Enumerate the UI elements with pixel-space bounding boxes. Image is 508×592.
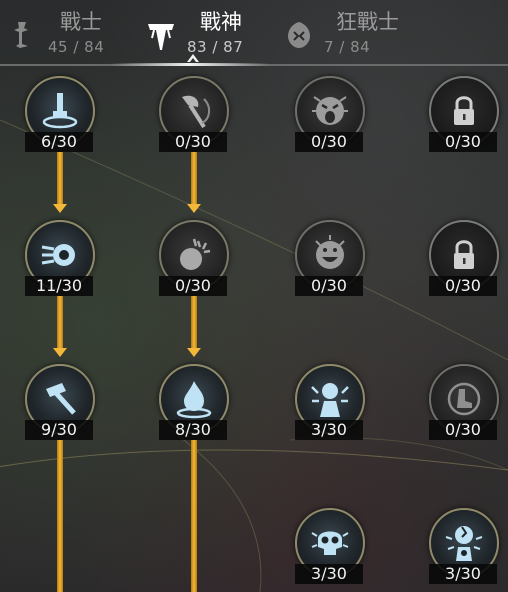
active-tab-indicator-icon xyxy=(187,54,199,62)
skill-node[interactable]: 11/30 xyxy=(25,220,95,300)
skill-connector-arrow xyxy=(187,296,201,357)
tab-berserker[interactable]: 狂戰士 7 / 84 xyxy=(284,0,424,64)
skill-node[interactable]: 3/30 xyxy=(429,508,499,588)
skill-node[interactable]: 6/30 xyxy=(25,76,95,156)
boot-swirl-icon xyxy=(447,382,481,416)
tab-berserker-points: 7 / 84 xyxy=(324,38,371,56)
skill-connector-line xyxy=(57,440,63,592)
tab-warrior[interactable]: 戰士 45 / 84 xyxy=(6,0,126,64)
hammer-strike-icon xyxy=(46,383,76,415)
cracked-figure-icon xyxy=(445,526,483,561)
skill-connector-arrow xyxy=(187,152,201,213)
skill-node[interactable]: 0/30 xyxy=(429,364,499,444)
skill-connector-line xyxy=(191,440,197,592)
bomb-blast-icon xyxy=(180,238,211,270)
lock-icon xyxy=(454,96,474,125)
skill-level: 3/30 xyxy=(295,564,363,584)
skill-node[interactable]: 0/30 xyxy=(295,220,365,300)
skill-node-locked[interactable]: 0/30 xyxy=(429,220,499,300)
shouting-figure-icon xyxy=(311,383,349,417)
skill-level: 3/30 xyxy=(295,420,363,440)
skill-level: 0/30 xyxy=(295,276,363,296)
tab-berserker-name: 狂戰士 xyxy=(336,10,399,34)
skill-connector-arrow xyxy=(53,152,67,213)
skill-node-locked[interactable]: 0/30 xyxy=(429,76,499,156)
skill-level: 0/30 xyxy=(429,276,497,296)
roaring-face-icon xyxy=(312,96,348,125)
skill-node[interactable]: 0/30 xyxy=(295,76,365,156)
skill-level: 6/30 xyxy=(25,132,93,152)
skill-level: 0/30 xyxy=(159,276,227,296)
skill-connector-arrow xyxy=(53,296,67,357)
skill-level: 0/30 xyxy=(429,420,497,440)
skill-level: 9/30 xyxy=(25,420,93,440)
ground-spike-icon xyxy=(42,93,78,129)
tab-warlord-name: 戰神 xyxy=(200,10,242,34)
skill-node[interactable]: 3/30 xyxy=(295,364,365,444)
grinning-face-icon xyxy=(315,235,345,269)
skill-level: 8/30 xyxy=(159,420,227,440)
skill-node[interactable]: 8/30 xyxy=(159,364,229,444)
warrior-class-icon xyxy=(14,22,28,48)
berserker-class-icon xyxy=(288,22,310,48)
tab-warlord[interactable]: 戰神 83 / 87 xyxy=(146,0,266,64)
whirl-shield-icon xyxy=(41,244,75,266)
skull-icon xyxy=(311,531,349,555)
tab-warrior-name: 戰士 xyxy=(60,10,102,34)
skill-level: 0/30 xyxy=(295,132,363,152)
skill-node[interactable]: 0/30 xyxy=(159,220,229,300)
class-tab-bar: 戰士 45 / 84 戰神 83 / 87 狂戰士 7 / 84 xyxy=(0,0,508,66)
tab-warrior-points: 45 / 84 xyxy=(48,38,105,56)
skill-level: 0/30 xyxy=(159,132,227,152)
skill-node[interactable]: 9/30 xyxy=(25,364,95,444)
lock-icon xyxy=(454,240,474,269)
skill-level: 0/30 xyxy=(429,132,497,152)
skill-level: 11/30 xyxy=(25,276,93,296)
skill-node[interactable]: 3/30 xyxy=(295,508,365,588)
skill-level: 3/30 xyxy=(429,564,497,584)
skill-node[interactable]: 0/30 xyxy=(159,76,229,156)
axe-throw-icon xyxy=(182,95,210,129)
flame-burst-icon xyxy=(176,381,212,419)
warlord-class-icon xyxy=(148,24,174,50)
